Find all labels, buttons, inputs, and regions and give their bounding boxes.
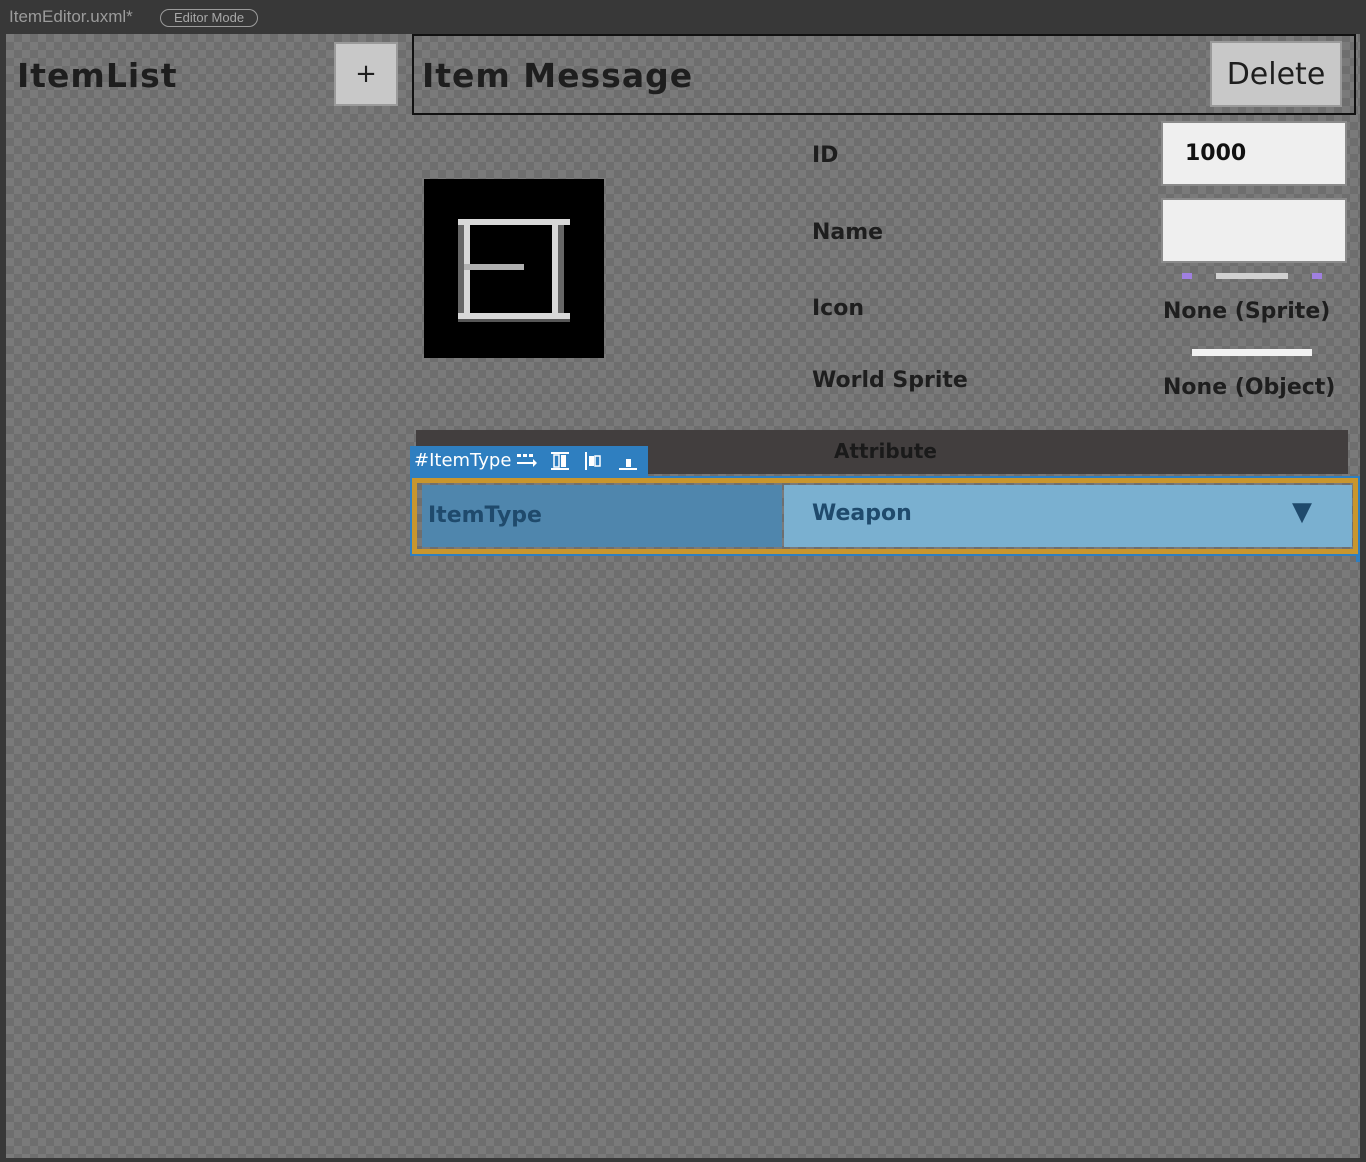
selection-corner-handle[interactable] — [1356, 556, 1360, 562]
resize-handle-right[interactable] — [1312, 273, 1322, 279]
window-titlebar: ItemEditor.uxml* Editor Mode — [0, 0, 1366, 34]
icon-label: Icon — [812, 296, 865, 321]
align-items-icon[interactable] — [550, 451, 570, 471]
world-sprite-label: World Sprite — [812, 368, 968, 393]
id-field[interactable]: 1000 — [1161, 121, 1347, 186]
attribute-title: Attribute — [834, 439, 937, 463]
viewport-canvas: ItemList + Item Message Delete ID Name I… — [6, 34, 1360, 1158]
itemtype-label: ItemType — [428, 503, 542, 528]
itemtype-row[interactable]: ItemType Weapon ▼ — [412, 478, 1358, 554]
dropdown-arrow-icon: ▼ — [1292, 497, 1312, 527]
world-sprite-object-field[interactable]: None (Object) — [1163, 375, 1335, 400]
itemtype-label-cell: ItemType — [422, 485, 782, 547]
resize-handle-mid[interactable] — [1216, 273, 1288, 279]
selection-tag: #ItemType — [410, 446, 648, 476]
resize-handle-left[interactable] — [1182, 273, 1192, 279]
divider-bar — [1192, 349, 1312, 356]
item-message-header: Item Message Delete — [412, 34, 1356, 115]
add-item-button[interactable]: + — [334, 42, 398, 106]
editor-mode-badge[interactable]: Editor Mode — [160, 9, 258, 27]
justify-content-icon[interactable] — [584, 451, 604, 471]
item-message-title: Item Message — [422, 56, 694, 95]
sprite-glyph-icon — [458, 219, 570, 322]
icon-object-field[interactable]: None (Sprite) — [1163, 299, 1330, 324]
selection-tag-text: #ItemType — [414, 450, 512, 471]
align-self-icon[interactable] — [618, 451, 638, 471]
flex-direction-icon[interactable] — [516, 452, 538, 470]
file-name: ItemEditor.uxml* — [9, 7, 133, 26]
itemtype-dropdown[interactable]: Weapon ▼ — [784, 485, 1352, 547]
item-list-title: ItemList — [17, 56, 178, 95]
itemtype-value: Weapon — [812, 501, 912, 526]
icon-preview — [424, 179, 604, 358]
id-label: ID — [812, 143, 839, 168]
delete-button[interactable]: Delete — [1210, 41, 1342, 107]
name-field[interactable] — [1161, 198, 1347, 263]
name-label: Name — [812, 220, 884, 245]
